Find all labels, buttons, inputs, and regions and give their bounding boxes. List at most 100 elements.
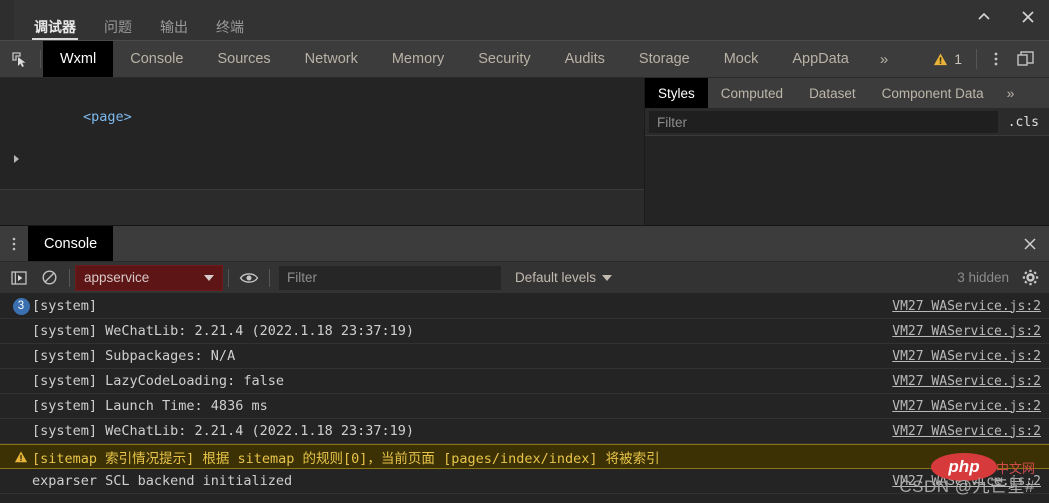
console-message-source-link[interactable]: VM27 WAService.js:2 — [892, 349, 1041, 364]
styles-tab-list: Styles Computed Dataset Component Data » — [645, 78, 1049, 109]
chevron-down-icon — [602, 274, 613, 281]
warning-count-label: 1 — [954, 51, 962, 67]
tab-label: Network — [304, 51, 358, 67]
drawer-more-icon[interactable] — [0, 226, 28, 261]
inspect-element-icon[interactable] — [0, 41, 38, 77]
drawer-tabbar: Console — [0, 226, 1049, 262]
console-message-text: exparser SCL backend initialized — [32, 473, 293, 489]
repeat-count-badge: 3 — [12, 297, 30, 315]
console-drawer: Console appservice Filter Default levels… — [0, 226, 1049, 503]
tab-label: Memory — [391, 51, 445, 67]
tab-sources[interactable]: Sources — [200, 41, 287, 77]
console-message-text: [system] — [32, 298, 98, 314]
tab-label: Audits — [564, 51, 605, 67]
tab-label: Computed — [720, 85, 784, 101]
styles-filter-input[interactable] — [649, 111, 998, 133]
console-message-row[interactable]: [system] WeChatLib: 2.21.4 (2022.1.18 23… — [0, 319, 1049, 344]
tab-storage[interactable]: Storage — [622, 41, 707, 77]
console-levels-select[interactable]: Default levels — [515, 270, 613, 285]
tab-mock[interactable]: Mock — [707, 41, 776, 77]
more-tabs-icon[interactable]: » — [866, 41, 902, 77]
console-message-source-link[interactable]: VM27 WAService.js:2 — [892, 374, 1041, 389]
message-gutter — [10, 450, 32, 464]
devtools-toolbar-right: 1 — [923, 41, 1049, 77]
console-message-text: [system] WeChatLib: 2.21.4 (2022.1.18 23… — [32, 423, 415, 439]
console-message-row[interactable]: [system] Launch Time: 4836 ms VM27 WASer… — [0, 394, 1049, 419]
execute-snippet-icon[interactable] — [4, 265, 34, 291]
console-message-source-link[interactable]: VM27 WAService.js:2 — [892, 299, 1041, 314]
console-settings-icon[interactable] — [1015, 265, 1045, 291]
ide-tab-debugger[interactable]: 调试器 — [20, 20, 90, 40]
toolbar-divider — [976, 49, 977, 69]
tab-label: Security — [478, 51, 531, 67]
ide-tab-label: 调试器 — [34, 19, 76, 35]
live-expression-icon[interactable] — [234, 265, 264, 291]
console-message-text: [system] Subpackages: N/A — [32, 348, 236, 364]
console-context-label: appservice — [84, 270, 150, 285]
clear-console-icon[interactable] — [34, 265, 64, 291]
styles-filter-bar: .cls — [645, 109, 1049, 136]
console-message-row-warning[interactable]: [sitemap 索引情况提示] 根据 sitemap 的规则[0]，当前页面 … — [0, 444, 1049, 469]
console-context-select[interactable]: appservice — [75, 264, 223, 291]
tab-network[interactable]: Network — [288, 41, 375, 77]
tab-wxml[interactable]: Wxml — [43, 41, 114, 77]
tab-styles[interactable]: Styles — [645, 78, 708, 108]
console-message-text: [sitemap 索引情况提示] 根据 sitemap 的规则[0]，当前页面 … — [32, 450, 660, 467]
ide-tab-output[interactable]: 输出 — [146, 20, 202, 40]
tab-console[interactable]: Console — [113, 41, 200, 77]
styles-more-tabs-icon[interactable]: » — [997, 78, 1025, 108]
toggle-class-button[interactable]: .cls — [997, 109, 1049, 135]
ide-tabbar: 调试器 问题 输出 终端 — [0, 0, 1049, 40]
tab-label: AppData — [792, 51, 849, 67]
warning-count-badge[interactable]: 1 — [923, 51, 972, 67]
devtools-toolbar: Wxml Console Sources Network Memory Secu… — [0, 40, 1049, 78]
close-drawer-icon[interactable] — [1011, 226, 1049, 261]
console-message-source-link[interactable]: VM27 WAService.js:2 — [892, 424, 1041, 439]
dock-layout-icon[interactable] — [1011, 41, 1041, 77]
console-toolbar: appservice Default levels 3 hidden — [0, 262, 1049, 294]
tab-computed[interactable]: Computed — [708, 78, 796, 108]
console-message-row[interactable]: [system] Subpackages: N/A VM27 WAService… — [0, 344, 1049, 369]
tab-label: Console — [130, 51, 184, 67]
ide-tab-terminal[interactable]: 终端 — [202, 20, 258, 40]
tab-dataset[interactable]: Dataset — [796, 78, 869, 108]
console-message-source-link[interactable]: VM27 WAService.js:2 — [892, 399, 1041, 414]
console-message-row[interactable]: exparser SCL backend initialized VM27 WA… — [0, 469, 1049, 494]
console-message-row[interactable]: [system] LazyCodeLoading: false VM27 WAS… — [0, 369, 1049, 394]
console-message-text: [system] LazyCodeLoading: false — [32, 373, 284, 389]
more-options-icon[interactable] — [981, 41, 1011, 77]
console-message-list[interactable]: 3 [system] VM27 WAService.js:2 [system] … — [0, 294, 1049, 503]
collapse-chevron-icon[interactable] — [973, 6, 995, 28]
tree-breadcrumb-bar — [0, 189, 644, 225]
console-message-source-link[interactable]: VM27 WAService.js:2 — [892, 474, 1041, 489]
ide-tab-problems[interactable]: 问题 — [90, 20, 146, 40]
ide-tab-label: 终端 — [216, 19, 244, 35]
devtools-tab-list: Wxml Console Sources Network Memory Secu… — [43, 41, 902, 77]
console-message-row[interactable]: 3 [system] VM27 WAService.js:2 — [0, 294, 1049, 319]
console-message-row[interactable]: [system] WeChatLib: 2.21.4 (2022.1.18 23… — [0, 419, 1049, 444]
console-prompt-row[interactable]: > — [0, 494, 1049, 503]
styles-panel: Styles Computed Dataset Component Data »… — [645, 78, 1049, 225]
console-message-source-link[interactable]: VM27 WAService.js:2 — [892, 324, 1041, 339]
tab-component-data[interactable]: Component Data — [869, 78, 997, 108]
tab-audits[interactable]: Audits — [548, 41, 622, 77]
console-filter-input[interactable] — [279, 265, 501, 290]
console-message-text: [system] WeChatLib: 2.21.4 (2022.1.18 23… — [32, 323, 415, 339]
close-icon[interactable] — [1017, 6, 1039, 28]
ide-tab-label: 问题 — [104, 19, 132, 35]
toolbar-divider — [69, 268, 70, 287]
console-hidden-count: 3 hidden — [957, 270, 1009, 285]
styles-rules-list — [645, 136, 1049, 225]
tab-memory[interactable]: Memory — [375, 41, 461, 77]
elements-panel: <page> <view class="container">…</view> … — [0, 78, 1049, 226]
console-levels-label: Default levels — [515, 270, 597, 285]
devtools-window: 调试器 问题 输出 终端 Wxml Console Sources Networ… — [0, 0, 1049, 503]
tree-node-page-open[interactable]: <page> — [0, 86, 644, 149]
drawer-tab-console[interactable]: Console — [28, 226, 114, 261]
tab-label: Styles — [658, 85, 695, 101]
tab-appdata[interactable]: AppData — [775, 41, 865, 77]
tab-label: Component Data — [881, 85, 984, 101]
wxml-tree[interactable]: <page> <view class="container">…</view> … — [0, 78, 645, 225]
chevron-right-icon[interactable] — [14, 155, 19, 163]
tab-security[interactable]: Security — [461, 41, 547, 77]
